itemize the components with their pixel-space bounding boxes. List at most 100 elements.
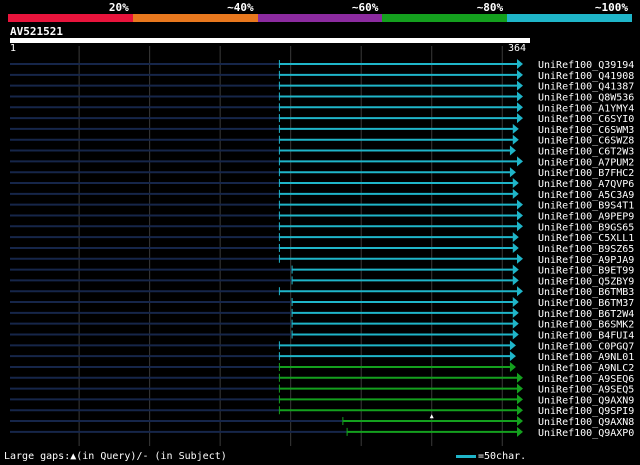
hit-label[interactable]: UniRef100_A5C3A9 [538,190,634,201]
hit-arrow [509,351,516,362]
hit-arrow [509,340,516,351]
hit-row: UniRef100_C5XLL1 [10,232,634,244]
hit-label[interactable]: UniRef100_A1YMY4 [538,103,634,114]
alignment-plot: UniRef100_Q39194UniRef100_Q41908UniRef10… [10,46,634,446]
gap-marker [429,414,434,419]
hit-label[interactable]: UniRef100_A9PEP9 [538,211,634,222]
hit-row: UniRef100_A7PUM2 [10,156,634,168]
hit-arrow [512,232,519,243]
hit-arrow [512,307,519,318]
hit-label[interactable]: UniRef100_B9S4T1 [538,201,634,212]
hit-row: UniRef100_Q9AXN8 [10,416,634,428]
hit-arrow [512,188,519,199]
hit-row: UniRef100_A7QVP6 [10,178,634,190]
hit-row: UniRef100_B9SZ65 [10,242,634,255]
hit-arrow [512,318,519,329]
hit-row: UniRef100_Q5ZBY9 [10,275,634,287]
hit-label[interactable]: UniRef100_C6T2W3 [538,147,634,158]
hit-arrow [517,383,523,394]
hit-label[interactable]: UniRef100_Q39194 [538,60,634,71]
hit-arrow [517,156,523,167]
hit-arrow [517,221,523,232]
hit-row: UniRef100_A9PJA9 [10,253,634,266]
large-gaps-legend: Large gaps:▲(in Query)/- (in Subject) [4,451,227,462]
hit-arrow [517,199,523,210]
hit-label[interactable]: UniRef100_C5XLL1 [538,233,634,244]
hit-row: UniRef100_B6TMB3 [10,286,634,298]
hit-arrow [509,145,516,156]
hit-arrow [509,167,516,178]
hit-arrow [517,426,523,437]
hit-row: UniRef100_B4FUI4 [10,329,634,342]
hit-arrow [512,242,519,253]
hit-row: UniRef100_B9S4T1 [10,199,634,212]
hit-row: UniRef100_Q9AXP0 [10,426,634,439]
hit-row: UniRef100_B6SMK2 [10,318,634,331]
hit-row: UniRef100_A1YMY4 [10,102,634,114]
hit-arrow [517,113,523,124]
hit-label[interactable]: UniRef100_B9ET99 [538,266,634,277]
hit-label[interactable]: UniRef100_C0PGQ7 [538,341,634,352]
hit-arrow [517,80,523,91]
hit-label[interactable]: UniRef100_A7PUM2 [538,157,634,168]
hit-label[interactable]: UniRef100_Q8W536 [538,92,634,103]
hit-label[interactable]: UniRef100_B6T2W4 [538,309,634,320]
hit-label[interactable]: UniRef100_B4FUI4 [538,331,634,342]
hit-row: UniRef100_C6SYI0 [10,113,634,125]
hit-label[interactable]: UniRef100_B9SZ65 [538,244,634,255]
hit-row: UniRef100_A5C3A9 [10,188,634,201]
hit-label[interactable]: UniRef100_Q9AXP0 [538,428,634,439]
hit-label[interactable]: UniRef100_B7FHC2 [538,168,634,179]
hit-row: UniRef100_C6SWZ8 [10,134,634,147]
hit-arrow [517,394,523,405]
hit-row: UniRef100_A9SEQ6 [10,372,634,385]
hit-label[interactable]: UniRef100_Q9SPI9 [538,406,634,417]
hit-label[interactable]: UniRef100_Q41908 [538,71,634,82]
hit-label[interactable]: UniRef100_B6TM37 [538,298,634,309]
hit-label[interactable]: UniRef100_B9GS65 [538,222,634,233]
hit-arrow [517,59,523,69]
hit-row: UniRef100_Q41908 [10,69,634,82]
hit-label[interactable]: UniRef100_Q41387 [538,82,634,93]
hit-arrow [517,286,523,297]
hit-arrow [512,275,519,286]
hit-label[interactable]: UniRef100_A9NLC2 [538,363,634,374]
hit-row: UniRef100_B7FHC2 [10,167,634,179]
hit-arrow [512,329,519,340]
hit-label[interactable]: UniRef100_Q9AXN8 [538,417,634,428]
hit-arrow [517,102,523,113]
hit-label[interactable]: UniRef100_A9NL01 [538,352,634,363]
hit-arrow [512,123,519,134]
hit-label[interactable]: UniRef100_A9SEQ5 [538,385,634,396]
hit-arrow [517,416,523,427]
hit-label[interactable]: UniRef100_A9SEQ6 [538,374,634,385]
hit-label[interactable]: UniRef100_B6TMB3 [538,287,634,298]
hit-label[interactable]: UniRef100_B6SMK2 [538,320,634,331]
hit-arrow [517,91,523,102]
hit-arrow [512,178,519,189]
hit-arrow [517,405,523,416]
hit-row: UniRef100_B6TM37 [10,297,634,309]
scale-label: =50char. [478,451,527,462]
hit-row: UniRef100_Q39194 [10,59,634,71]
hit-label[interactable]: UniRef100_C6SWZ8 [538,136,634,147]
hit-label[interactable]: UniRef100_C6SYI0 [538,114,634,125]
hit-label[interactable]: UniRef100_A7QVP6 [538,179,634,190]
hit-arrow [517,210,523,221]
hit-arrow [517,372,523,383]
hit-arrow [517,69,523,80]
hit-label[interactable]: UniRef100_Q9AXN9 [538,395,634,406]
hit-label[interactable]: UniRef100_C6SWM3 [538,125,634,136]
hit-row: UniRef100_B6T2W4 [10,307,634,320]
hit-row: UniRef100_Q41387 [10,80,634,93]
hit-arrow [512,264,519,275]
hit-row: UniRef100_A9SEQ5 [10,383,634,396]
hit-label[interactable]: UniRef100_A9PJA9 [538,255,634,266]
hit-row: UniRef100_A9NL01 [10,351,634,363]
hit-row: UniRef100_A9PEP9 [10,210,634,222]
hit-arrow [512,297,519,308]
hit-label[interactable]: UniRef100_Q5ZBY9 [538,276,634,287]
hit-row: UniRef100_C6SWM3 [10,123,634,136]
hit-arrow [517,253,523,264]
scale-legend: =50char. [456,451,526,462]
